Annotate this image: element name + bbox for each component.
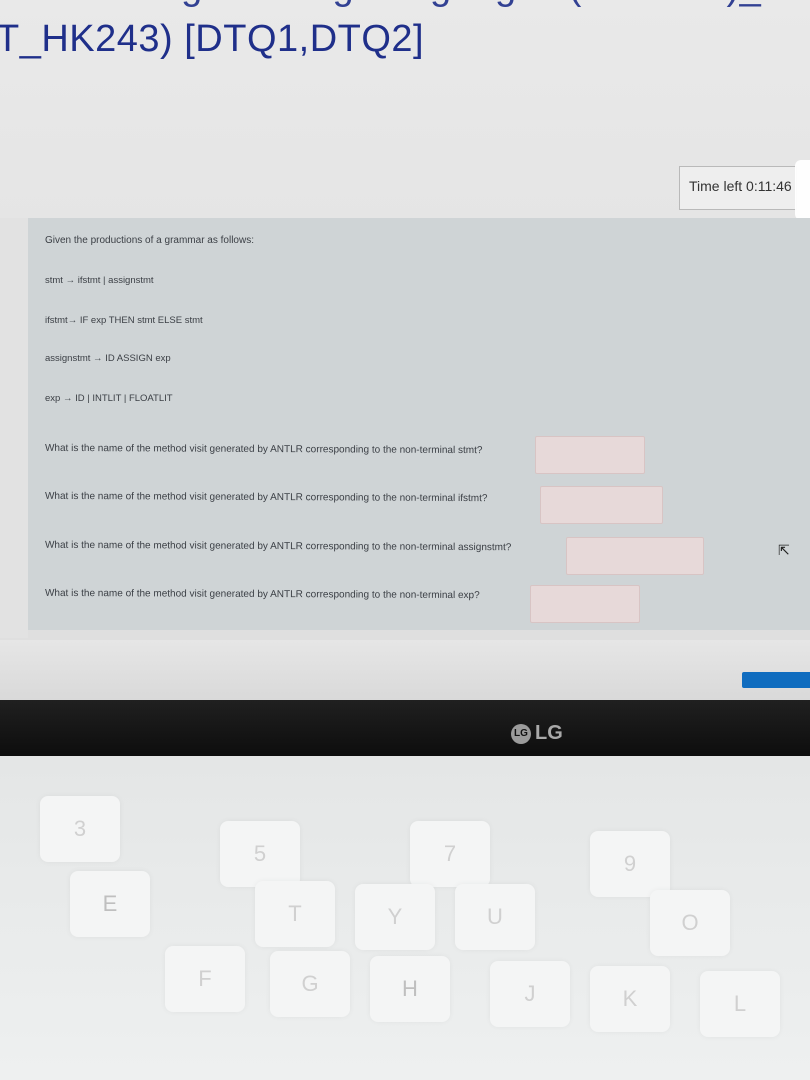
key-3[interactable]: 3	[40, 796, 120, 862]
lg-logo: LG LG	[511, 722, 563, 745]
lg-brand-text: LG	[535, 722, 563, 744]
subquestion-exp-label: What is the name of the method visit gen…	[44, 587, 480, 602]
next-page-button[interactable]	[742, 672, 810, 688]
production-ifstmt: ifstmt→ IF exp THEN stmt ELSE stmt	[45, 315, 203, 326]
key-9[interactable]: 9	[590, 831, 670, 897]
screen-glare	[795, 160, 810, 220]
answer-ifstmt-input[interactable]	[540, 486, 663, 524]
key-f[interactable]: F	[165, 946, 245, 1012]
page-title-partial: ples of Programming Languages (CO3005)_T…	[0, 0, 810, 9]
key-h[interactable]: H	[370, 956, 450, 1022]
subquestion-stmt-label: What is the name of the method visit gen…	[44, 442, 483, 457]
key-g[interactable]: G	[270, 951, 350, 1017]
lg-circle-icon: LG	[511, 723, 531, 744]
key-t[interactable]: T	[255, 881, 335, 947]
key-u[interactable]: U	[455, 884, 535, 950]
production-stmt: stmt → ifstmt | assignstmt	[45, 275, 154, 286]
left-panel-edge	[0, 218, 28, 638]
key-5[interactable]: 5	[220, 821, 300, 887]
key-k[interactable]: K	[590, 966, 670, 1032]
key-7[interactable]: 7	[410, 821, 490, 887]
time-left-indicator: Time left 0:11:46	[679, 166, 797, 210]
answer-stmt-input[interactable]	[535, 436, 645, 474]
key-o[interactable]: O	[650, 890, 730, 956]
monitor-bezel	[0, 700, 810, 756]
key-j[interactable]: J	[490, 961, 570, 1027]
production-exp: exp → ID | INTLIT | FLOATLIT	[45, 393, 173, 404]
page-footer-area	[0, 640, 810, 700]
page-title: T_HK243) [DTQ1,DTQ2]	[0, 18, 425, 60]
keyboard: 3 5 7 9 E T Y U O F G H J K L	[0, 756, 810, 1080]
mouse-cursor-icon: ⇱	[778, 542, 790, 558]
answer-exp-input[interactable]	[530, 585, 640, 623]
monitor-screen: ples of Programming Languages (CO3005)_T…	[0, 0, 810, 700]
key-l[interactable]: L	[700, 971, 780, 1037]
subquestion-ifstmt-label: What is the name of the method visit gen…	[44, 490, 488, 505]
answer-assignstmt-input[interactable]	[566, 537, 704, 575]
question-intro: Given the productions of a grammar as fo…	[45, 235, 254, 246]
production-assignstmt: assignstmt → ID ASSIGN exp	[45, 353, 171, 364]
key-y[interactable]: Y	[355, 884, 435, 950]
key-e[interactable]: E	[70, 871, 150, 937]
